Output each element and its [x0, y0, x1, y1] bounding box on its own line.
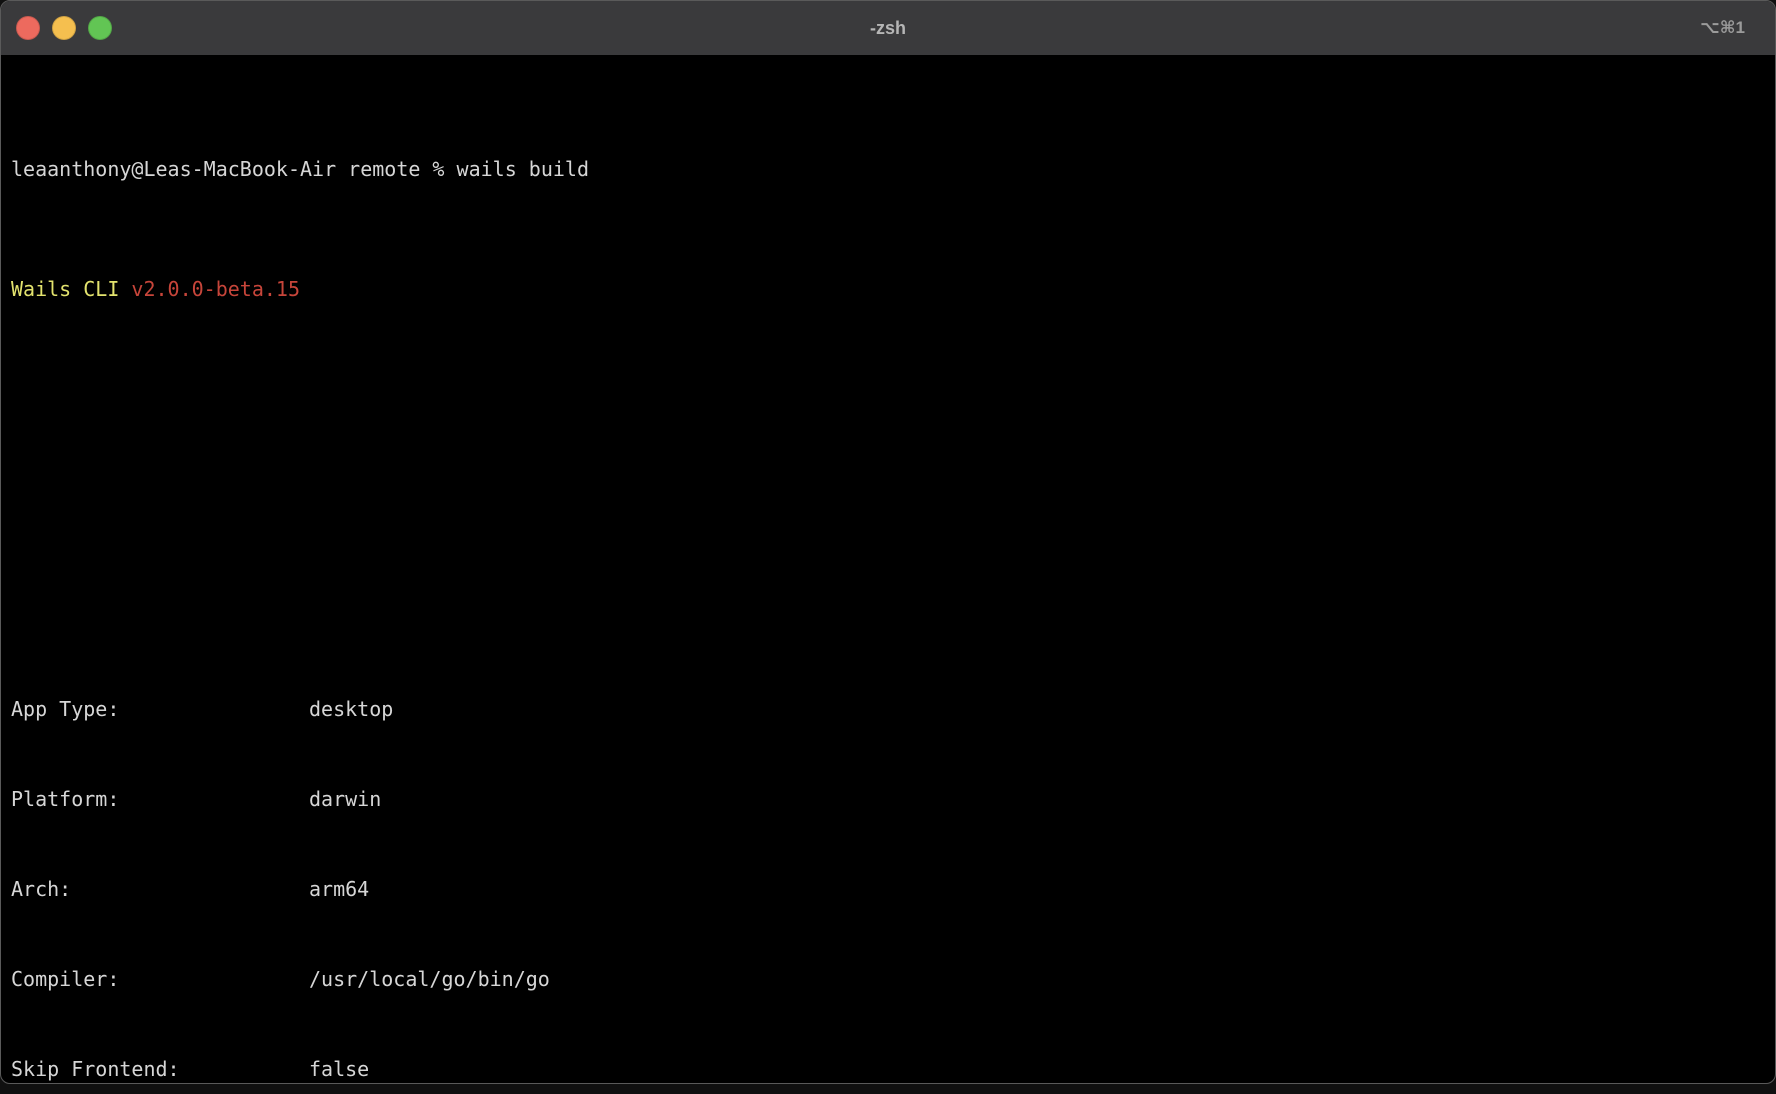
build-info-label: Platform:	[11, 784, 309, 814]
zoom-window-icon[interactable]	[88, 16, 112, 40]
build-info-value: false	[309, 1057, 369, 1081]
minimize-window-icon[interactable]	[52, 16, 76, 40]
build-info-row: App Type:desktop	[11, 694, 1765, 724]
window-titlebar[interactable]: -zsh ⌥⌘1	[1, 1, 1775, 55]
window-title: -zsh	[1, 18, 1775, 39]
wails-cli-banner: Wails CLI v2.0.0-beta.15	[11, 274, 1765, 304]
command-text: wails build	[457, 157, 589, 181]
wails-cli-version: v2.0.0-beta.15	[131, 277, 300, 301]
blank-line	[11, 484, 1765, 514]
build-info-value: darwin	[309, 787, 381, 811]
build-info-label: App Type:	[11, 694, 309, 724]
terminal-screen[interactable]: leaanthony@Leas-MacBook-Air remote % wai…	[1, 55, 1775, 1084]
build-info-row: Platform:darwin	[11, 784, 1765, 814]
close-window-icon[interactable]	[16, 16, 40, 40]
build-info-value: arm64	[309, 877, 369, 901]
build-info-row: Skip Frontend:false	[11, 1054, 1765, 1084]
window-shortcut-badge: ⌥⌘1	[1700, 18, 1745, 38]
build-info-label: Skip Frontend:	[11, 1054, 309, 1084]
build-info-value: /usr/local/go/bin/go	[309, 967, 550, 991]
build-info-label: Compiler:	[11, 964, 309, 994]
prompt-line: leaanthony@Leas-MacBook-Air remote % wai…	[11, 154, 1765, 184]
shell-prompt: leaanthony@Leas-MacBook-Air remote %	[11, 157, 444, 181]
build-info-row: Arch:arm64	[11, 874, 1765, 904]
build-info-row: Compiler:/usr/local/go/bin/go	[11, 964, 1765, 994]
build-info-value: desktop	[309, 697, 393, 721]
terminal-window: -zsh ⌥⌘1 leaanthony@Leas-MacBook-Air rem…	[0, 0, 1776, 1084]
blank-line	[11, 574, 1765, 604]
blank-line	[11, 394, 1765, 424]
window-controls	[1, 16, 112, 40]
wails-cli-name: Wails CLI	[11, 277, 119, 301]
build-info-label: Arch:	[11, 874, 309, 904]
